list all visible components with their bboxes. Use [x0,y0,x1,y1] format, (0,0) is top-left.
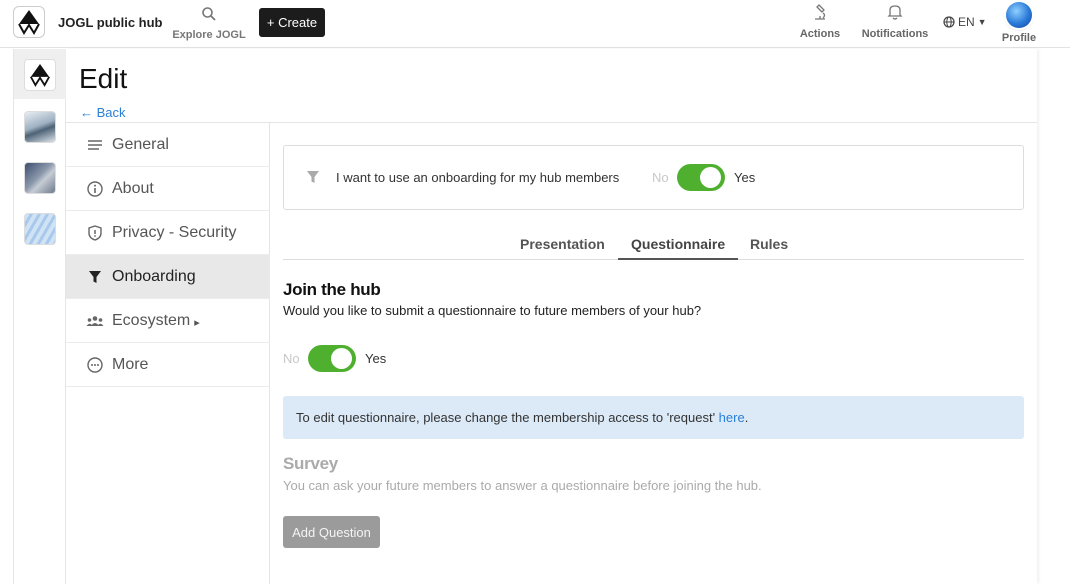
profile-button[interactable]: Profile [999,0,1039,44]
language-selector[interactable]: EN ▼ [943,15,987,29]
settings-sidebar: General About Privacy - Security Onboard… [66,123,270,584]
profile-label: Profile [1001,32,1037,44]
survey-heading: Survey [283,454,338,473]
questionnaire-toggle[interactable] [308,345,356,372]
sidebar-item-privacy-security[interactable]: Privacy - Security [66,211,270,255]
sidebar-item-general[interactable]: General [66,123,270,167]
onboarding-question: I want to use an onboarding for my hub m… [336,170,620,185]
page-title: Edit [79,63,128,94]
toggle-yes-label: Yes [365,351,387,366]
jogl-logo-icon [30,64,50,87]
sidebar-item-about[interactable]: About [66,167,270,211]
jogl-logo-icon [18,10,40,35]
onboarding-tabs: Presentation Questionnaire Rules [283,231,1024,260]
sidebar-item-label: Privacy - Security [112,223,237,241]
sidebar-item-onboarding[interactable]: Onboarding [66,255,270,299]
onboarding-toggle[interactable] [677,164,725,191]
sidebar-item-label: General [112,135,169,153]
explore-button[interactable]: Explore JOGL [171,6,247,41]
lines-icon [86,139,104,151]
hub-name[interactable]: JOGL public hub [58,15,162,30]
info-alert: To edit questionnaire, please change the… [283,396,1024,439]
search-icon [202,7,216,21]
language-value: EN [958,15,975,29]
chevron-down-icon: ▼ [977,17,987,27]
sidebar-item-ecosystem[interactable]: Ecosystem ▸ [66,299,270,343]
join-heading: Join the hub [283,280,381,299]
survey-description: You can ask your future members to answe… [283,478,762,493]
info-text: To edit questionnaire, please change the… [296,410,719,425]
membership-link[interactable]: here [719,410,745,425]
tab-rules[interactable]: Rules [750,236,788,252]
globe-icon [943,16,955,28]
actions-label: Actions [799,28,841,40]
rail-hub-jogl[interactable] [24,59,56,91]
toggle-no-label: No [283,351,300,366]
join-description: Would you like to submit a questionnaire… [283,303,702,318]
notifications-label: Notifications [861,28,929,40]
actions-button[interactable]: Actions [796,3,844,40]
back-link[interactable]: ← Back [80,105,126,120]
people-icon [86,315,104,327]
shield-icon [86,224,104,241]
top-bar: JOGL public hub Explore JOGL + Create Ac… [0,0,1070,48]
toggle-no-label: No [652,170,669,185]
sidebar-item-label: About [112,179,154,197]
explore-label: Explore JOGL [172,29,246,41]
hub-rail [13,49,66,584]
toggle-yes-label: Yes [734,170,756,185]
notifications-button[interactable]: Notifications [858,3,932,40]
jogl-logo[interactable] [13,6,45,38]
dots-circle-icon [86,356,104,373]
sidebar-item-label: Onboarding [112,267,196,285]
create-button[interactable]: + Create [259,8,325,37]
funnel-icon [86,270,104,284]
add-question-button[interactable]: Add Question [283,516,380,548]
sidebar-item-more[interactable]: More [66,343,270,387]
toggle-knob [700,167,721,188]
info-end: . [744,410,749,425]
microscope-icon [815,4,826,20]
bell-icon [887,5,903,20]
sidebar-item-label: More [112,355,149,373]
info-icon [86,180,104,197]
tab-presentation[interactable]: Presentation [520,236,605,252]
active-tab-indicator [618,258,738,260]
rail-hub-3-thumbnail[interactable] [24,162,56,194]
avatar [1006,2,1032,28]
rail-hub-2-thumbnail[interactable] [24,111,56,143]
funnel-icon [306,170,320,189]
rail-hub-4-thumbnail[interactable] [24,213,56,245]
sidebar-item-label: Ecosystem [112,311,191,329]
main-panel: Edit ← Back General About Privacy - Secu… [66,49,1037,584]
caret-right-icon: ▸ [194,316,200,329]
toggle-knob [331,348,352,369]
tab-questionnaire[interactable]: Questionnaire [631,236,725,252]
onboarding-toggle-card: I want to use an onboarding for my hub m… [283,145,1024,210]
